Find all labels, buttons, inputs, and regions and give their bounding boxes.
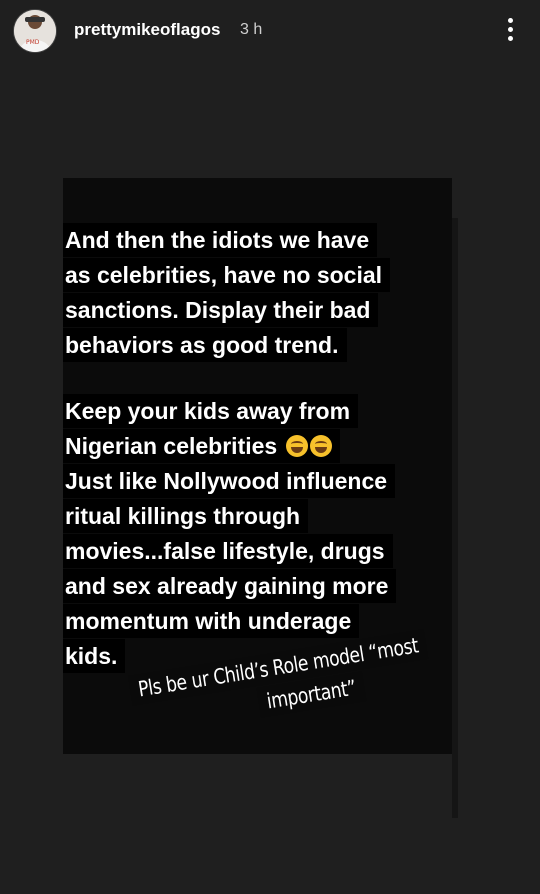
story-line-11: momentum with underage [63,604,360,638]
story-line-10: and sex already gaining more [63,569,397,603]
laughing-emoji-icon [285,435,308,457]
story-line-7: Just like Nollywood influence [63,464,396,498]
story-line-6-text: Nigerian celebrities [65,433,278,459]
post-time: 3 h [240,21,263,38]
story-line-8: ritual killings through [63,499,309,533]
laughing-emoji-icon [309,435,332,457]
more-vertical-icon[interactable] [498,14,522,44]
username[interactable]: prettymikeoflagos [74,20,220,40]
story-header: PMD prettymikeoflagos 3 h [0,0,540,64]
story-line-9: movies...false lifestyle, drugs [63,534,393,568]
story-line-4: behaviors as good trend. [63,328,347,362]
svg-text:PMD: PMD [26,39,40,46]
story-line-12: kids. [63,639,126,673]
story-edge [452,218,458,818]
story-line-3: sanctions. Display their bad [63,293,379,327]
story-line-1: And then the idiots we have [63,223,378,257]
story-line-2: as celebrities, have no social [63,258,391,292]
story-line-5: Keep your kids away from [63,394,359,428]
story-line-6: Nigerian celebrities [63,429,340,463]
profile-avatar-icon[interactable]: PMD [14,10,56,52]
